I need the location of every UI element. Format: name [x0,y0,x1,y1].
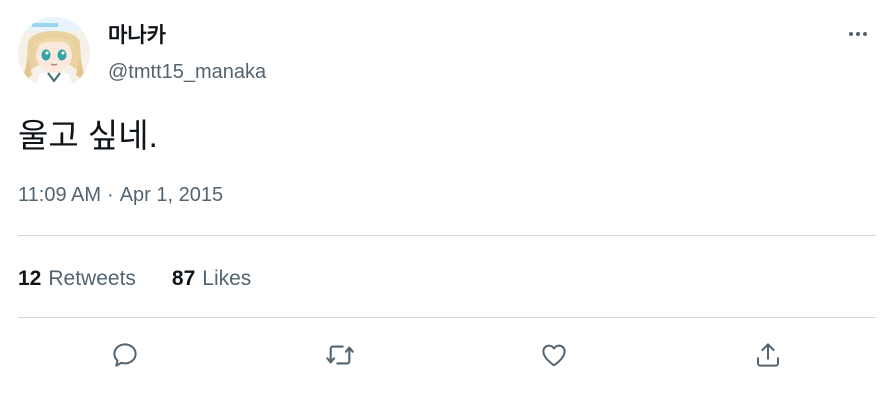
retweet-icon [326,345,354,365]
likes-label: Likes [202,267,252,290]
tweet-time[interactable]: 11:09 AM [18,184,101,206]
avatar-image [18,17,90,89]
divider [18,317,876,318]
like-button[interactable] [534,335,574,375]
more-options-button[interactable] [838,20,878,48]
reply-button[interactable] [105,335,145,375]
tweet-detail: 마나카 @tmtt15_manaka 울고 싶네. 11:09 AM · Apr 1… [0,0,894,409]
likes-stat[interactable]: 87 Likes [172,264,251,294]
likes-count: 87 [171,267,196,290]
reply-icon [113,343,137,367]
timestamp-separator: · [107,184,114,206]
user-handle[interactable]: @tmtt15_manaka [108,58,266,86]
avatar[interactable] [18,17,90,89]
share-button[interactable] [748,335,788,375]
like-icon [542,344,566,367]
engagement-stats: 12 Retweets 87 Likes [18,264,251,294]
retweet-button[interactable] [320,335,360,375]
share-icon [757,343,779,367]
divider [18,235,876,236]
more-icon [849,32,867,36]
tweet-text: 울고 싶네. [18,117,158,154]
tweet-timestamp[interactable]: 11:09 AM · Apr 1, 2015 [18,181,223,209]
retweets-count: 12 [18,267,42,290]
retweets-label: Retweets [48,267,136,290]
retweets-stat[interactable]: 12 Retweets [18,264,136,294]
display-name[interactable]: 마나카 [108,22,166,50]
tweet-date[interactable]: Apr 1, 2015 [120,184,223,206]
